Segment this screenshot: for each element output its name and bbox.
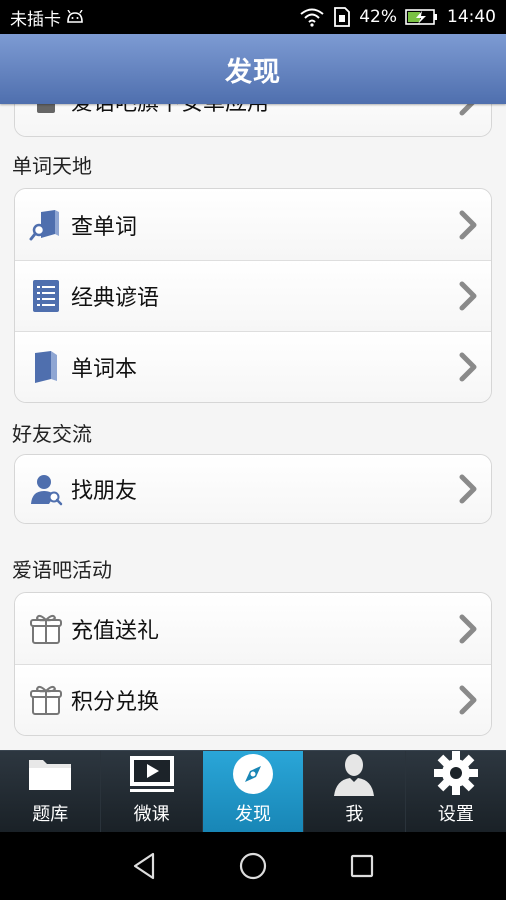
bottom-tab-bar: 题库 微课 发现 我 设置 bbox=[0, 750, 506, 832]
notebook-icon bbox=[29, 350, 63, 384]
list-item-lookup-word[interactable]: 查单词 bbox=[15, 189, 491, 260]
section-title-friends: 好友交流 bbox=[12, 422, 92, 446]
list-item-find-friends[interactable]: 找朋友 bbox=[15, 455, 491, 523]
folder-icon bbox=[27, 751, 73, 796]
chevron-right-icon bbox=[459, 281, 477, 311]
tab-me[interactable]: 我 bbox=[304, 751, 406, 832]
list-document-icon bbox=[29, 279, 63, 313]
video-play-icon bbox=[129, 751, 175, 796]
section-title-words: 单词天地 bbox=[12, 154, 92, 178]
list-item-wordbook[interactable]: 单词本 bbox=[15, 331, 491, 402]
gear-icon bbox=[433, 750, 479, 796]
apps-group: 爱语吧旗下安卓应用 bbox=[14, 104, 492, 137]
chevron-right-icon bbox=[459, 104, 475, 115]
wifi-icon bbox=[299, 7, 325, 27]
section-title-activities: 爱语吧活动 bbox=[12, 558, 112, 582]
status-bar: 未插卡 42% 14:40 bbox=[0, 0, 506, 34]
sim-card-icon bbox=[333, 7, 351, 27]
recents-icon[interactable] bbox=[342, 846, 382, 886]
chevron-right-icon bbox=[459, 474, 477, 504]
person-icon bbox=[332, 751, 376, 796]
tab-label: 发现 bbox=[235, 804, 272, 825]
chevron-right-icon bbox=[459, 210, 477, 239]
list-item-label: 积分兑换 bbox=[71, 690, 160, 715]
list-item-label: 查单词 bbox=[71, 214, 138, 240]
back-icon[interactable] bbox=[124, 846, 164, 886]
tab-discover[interactable]: 发现 bbox=[202, 751, 305, 832]
list-item-label: 充值送礼 bbox=[71, 618, 160, 644]
compass-icon bbox=[232, 751, 274, 796]
list-item-points-exchange[interactable]: 积分兑换 bbox=[15, 664, 491, 735]
find-friend-icon bbox=[29, 472, 63, 506]
chevron-right-icon bbox=[459, 685, 477, 715]
android-icon bbox=[29, 104, 63, 118]
chevron-right-icon bbox=[459, 352, 477, 382]
gift-icon bbox=[29, 683, 63, 717]
page-title: 发现 bbox=[225, 56, 281, 88]
list-item-label: 找朋友 bbox=[71, 479, 138, 504]
activities-group: 充值送礼 积分兑换 bbox=[14, 592, 492, 736]
system-nav-bar bbox=[0, 832, 506, 900]
tab-label: 我 bbox=[345, 804, 364, 825]
tab-label: 题库 bbox=[32, 804, 69, 825]
gift-icon bbox=[29, 612, 63, 646]
discover-list[interactable]: 爱语吧旗下安卓应用 单词天地 查单词 经典谚语 单词本 好 bbox=[0, 104, 506, 750]
android-debug-icon bbox=[65, 10, 85, 24]
list-item-android-apps[interactable]: 爱语吧旗下安卓应用 bbox=[15, 104, 491, 136]
clock: 14:40 bbox=[447, 7, 496, 27]
friends-group: 找朋友 bbox=[14, 454, 492, 524]
tab-settings[interactable]: 设置 bbox=[405, 750, 506, 832]
carrier-text: 未插卡 bbox=[10, 9, 61, 30]
list-item-label: 单词本 bbox=[71, 357, 138, 382]
chevron-right-icon bbox=[459, 614, 477, 643]
app-header: 发现 bbox=[0, 34, 506, 104]
tab-question-bank[interactable]: 题库 bbox=[0, 751, 102, 832]
list-item-label: 爱语吧旗下安卓应用 bbox=[71, 104, 269, 117]
tab-micro-course[interactable]: 微课 bbox=[101, 751, 203, 832]
list-item-recharge-gift[interactable]: 充值送礼 bbox=[15, 593, 491, 664]
words-group: 查单词 经典谚语 单词本 bbox=[14, 188, 492, 403]
list-item-proverbs[interactable]: 经典谚语 bbox=[15, 260, 491, 331]
battery-percent: 42% bbox=[359, 7, 397, 27]
tab-label: 设置 bbox=[437, 804, 474, 825]
list-item-label: 经典谚语 bbox=[71, 286, 160, 311]
battery-charging-icon bbox=[405, 8, 439, 26]
tab-label: 微课 bbox=[133, 804, 170, 825]
home-icon[interactable] bbox=[233, 846, 273, 886]
word-search-icon bbox=[29, 208, 63, 242]
